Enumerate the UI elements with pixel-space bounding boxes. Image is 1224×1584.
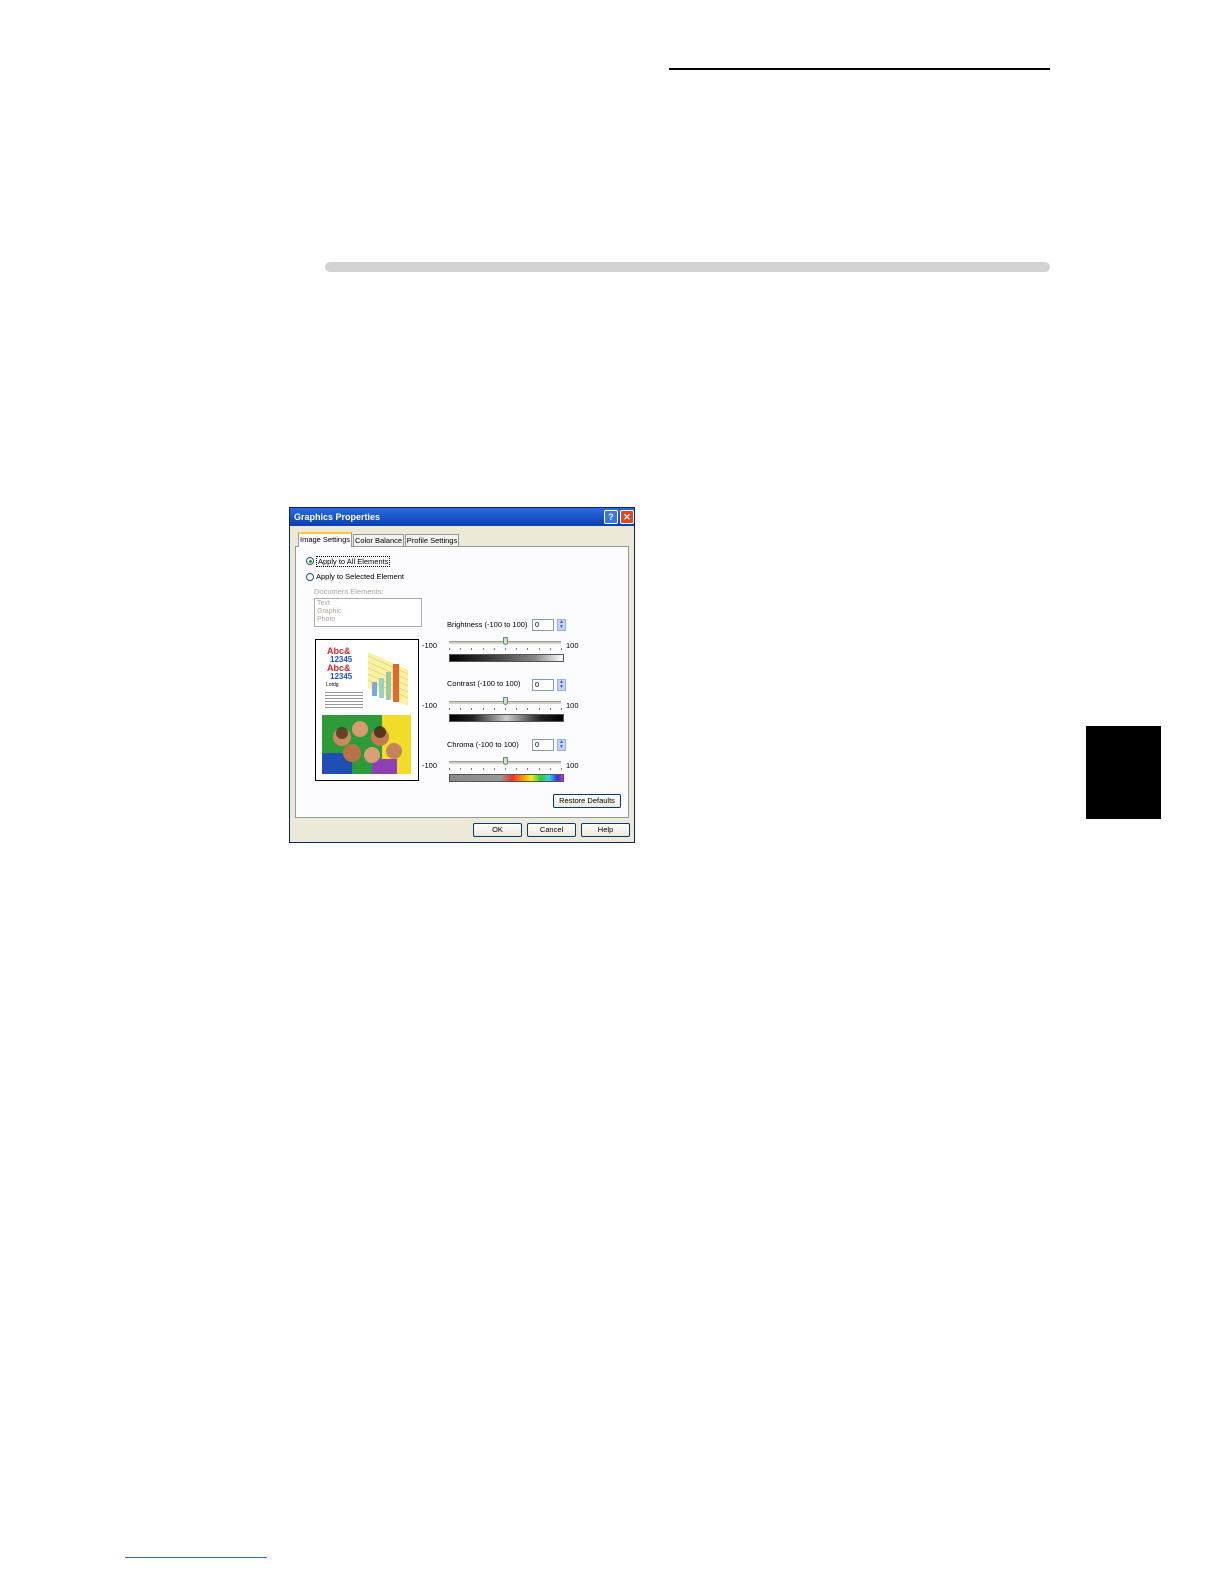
brightness-stepper[interactable]: ▲ ▼ [557,619,566,631]
chapter-thumb-tab [1086,726,1161,819]
chroma-stepper[interactable]: ▲ ▼ [557,739,566,751]
chroma-tick [538,768,540,770]
sample-preview: Abc& 12345 Abc& 12345 Lotdg [315,639,419,781]
brightness-max-label: 100 [566,641,579,650]
footer-link-underline [125,1557,267,1558]
apply-selected-label[interactable]: Apply to Selected Element [316,572,404,581]
chroma-tick [549,768,551,770]
brightness-tick [471,648,473,650]
chroma-tick [482,768,484,770]
preview-body-text [325,690,363,708]
apply-all-radio[interactable] [306,557,314,565]
brightness-tick [460,648,462,650]
chroma-tick [493,768,495,770]
ok-button[interactable]: OK [473,823,522,837]
chroma-tick [460,768,462,770]
brightness-tick [538,648,540,650]
dialog-title: Graphics Properties [294,512,381,522]
brightness-label: Brightness (-100 to 100) [447,620,528,629]
chroma-tick [561,768,562,770]
chroma-tick [449,768,450,770]
preview-bar-graphic [367,652,409,706]
cancel-button[interactable]: Cancel [527,823,576,837]
contrast-tick [493,708,495,710]
brightness-gradient-bar [449,654,564,662]
brightness-input[interactable]: 0 [532,619,554,631]
contrast-tick [505,708,506,710]
brightness-slider-thumb[interactable] [503,637,508,645]
contrast-max-label: 100 [566,701,579,710]
preview-text-4: 12345 [330,672,353,681]
document-elements-label: Document Elements: [314,587,384,596]
contrast-slider-thumb[interactable] [503,697,508,705]
contrast-tick [460,708,462,710]
contrast-tick [549,708,551,710]
chroma-tick [505,768,506,770]
list-item: Text [317,600,330,607]
chroma-tick [527,768,529,770]
brightness-tick [493,648,495,650]
section-divider-bar [325,262,1050,272]
close-icon[interactable]: ✕ [620,510,634,524]
contrast-stepper[interactable]: ▲ ▼ [557,679,566,691]
contrast-tick [449,708,450,710]
apply-all-label[interactable]: Apply to All Elements [316,556,391,567]
brightness-tick [482,648,484,650]
document-elements-list[interactable]: Text Graphic Photo [314,598,422,627]
brightness-tick [505,648,506,650]
tab-color-balance[interactable]: Color Balance [353,534,404,546]
contrast-tick [527,708,529,710]
list-item: Graphic [317,608,342,615]
chroma-min-label: -100 [422,761,438,770]
brightness-min-label: -100 [422,641,438,650]
chroma-slider-thumb[interactable] [503,757,508,765]
restore-defaults-button[interactable]: Restore Defaults [553,794,621,808]
contrast-label: Contrast (-100 to 100) [447,679,521,688]
tab-image-settings[interactable]: Image Settings [298,532,352,547]
list-item: Photo [317,616,336,623]
image-settings-panel: Apply to All Elements Apply to Selected … [295,546,629,818]
contrast-gradient-bar [449,714,564,722]
preview-caption: Lotdg [326,682,339,688]
help-button[interactable]: Help [581,823,630,837]
dialog-titlebar: Graphics Properties ? ✕ [290,508,634,526]
chroma-tick [471,768,473,770]
contrast-tick [561,708,562,710]
preview-photo [322,715,411,774]
brightness-tick [516,648,518,650]
chroma-input[interactable]: 0 [532,739,554,751]
contrast-tick [538,708,540,710]
chroma-max-label: 100 [566,761,579,770]
brightness-tick [561,648,562,650]
chroma-tick [516,768,518,770]
contrast-tick [516,708,518,710]
tab-profile-settings[interactable]: Profile Settings [405,534,459,546]
apply-selected-radio[interactable] [306,573,314,581]
brightness-tick [449,648,450,650]
help-icon[interactable]: ? [604,510,618,524]
contrast-min-label: -100 [422,701,438,710]
brightness-tick [527,648,529,650]
brightness-tick [549,648,551,650]
graphics-properties-dialog: Graphics Properties ? ✕ Image Settings C… [289,507,635,843]
contrast-input[interactable]: 0 [532,679,554,691]
chroma-label: Chroma (-100 to 100) [447,740,519,749]
contrast-tick [471,708,473,710]
chroma-gradient-bar [449,774,564,782]
header-rule [669,68,1050,70]
contrast-tick [482,708,484,710]
